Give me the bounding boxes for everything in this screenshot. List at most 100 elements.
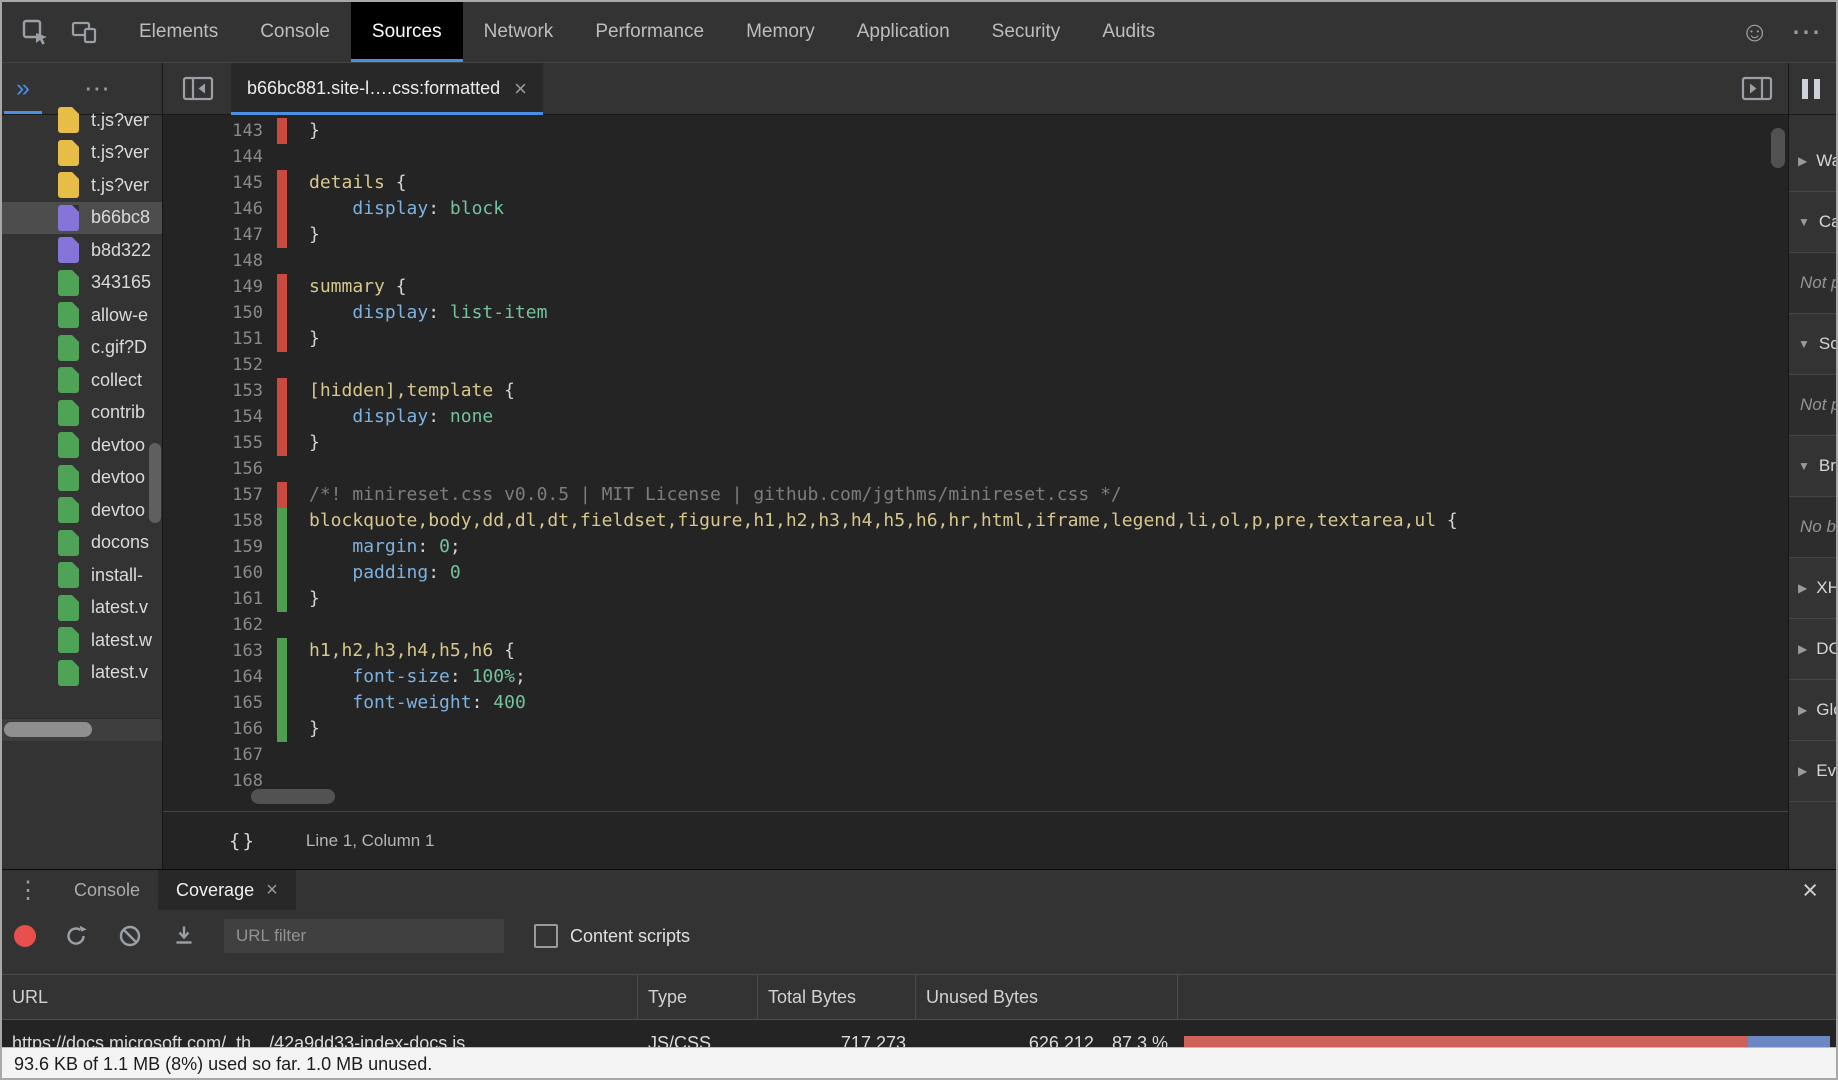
navigator-vertical-scrollbar[interactable] [149, 443, 161, 523]
drawer-tab-console[interactable]: Console [56, 870, 158, 910]
tab-console[interactable]: Console [239, 2, 351, 62]
line-number[interactable]: 149 [163, 274, 277, 300]
tab-network[interactable]: Network [463, 2, 575, 62]
line-number[interactable]: 143 [163, 118, 277, 144]
show-right-pane-icon[interactable] [1740, 74, 1774, 103]
code-text[interactable]: summary { [287, 274, 407, 300]
code-text[interactable]: display: list-item [287, 300, 547, 326]
line-number[interactable]: 155 [163, 430, 277, 456]
navigator-menu-icon[interactable]: ⋯ [84, 73, 110, 104]
code-text[interactable]: display: block [287, 196, 504, 222]
line-number[interactable]: 154 [163, 404, 277, 430]
code-text[interactable]: details { [287, 170, 407, 196]
column-header-total-bytes[interactable]: Total Bytes [758, 975, 916, 1019]
tab-security[interactable]: Security [971, 2, 1082, 62]
file-item[interactable]: devtoo [2, 494, 162, 527]
file-item[interactable]: collect [2, 364, 162, 397]
line-number[interactable]: 156 [163, 456, 277, 482]
file-item[interactable]: b66bc8 [2, 202, 162, 235]
tab-application[interactable]: Application [836, 2, 971, 62]
code-text[interactable]: } [287, 430, 320, 456]
code-text[interactable] [287, 352, 309, 378]
device-toolbar-icon[interactable] [68, 15, 102, 49]
code-text[interactable]: /*! minireset.css v0.0.5 | MIT License |… [287, 482, 1122, 508]
line-number[interactable]: 159 [163, 534, 277, 560]
line-number[interactable]: 144 [163, 144, 277, 170]
tab-sources[interactable]: Sources [351, 2, 463, 62]
code-text[interactable]: } [287, 118, 320, 144]
navigator-horizontal-scrollbar[interactable] [2, 718, 162, 741]
editor-horizontal-scrollbar[interactable] [251, 789, 335, 804]
debugger-section-header[interactable]: ▶DOM Breakpoints [1789, 619, 1836, 680]
hide-navigator-icon[interactable] [181, 74, 215, 103]
file-item[interactable]: t.js?ver [2, 169, 162, 202]
file-item[interactable]: latest.w [2, 624, 162, 657]
file-item[interactable]: 343165 [2, 267, 162, 300]
debugger-section-header[interactable]: ▶Watch [1789, 131, 1836, 192]
file-item[interactable]: t.js?ver [2, 104, 162, 137]
inspect-icon[interactable] [18, 15, 52, 49]
pause-script-button[interactable] [1802, 79, 1820, 99]
file-item[interactable]: latest.v [2, 592, 162, 625]
file-item[interactable]: devtoo [2, 429, 162, 462]
file-item[interactable]: c.gif?D [2, 332, 162, 365]
code-text[interactable] [287, 456, 309, 482]
close-icon[interactable]: × [266, 880, 278, 900]
line-number[interactable]: 153 [163, 378, 277, 404]
code-text[interactable]: } [287, 716, 320, 742]
line-number[interactable]: 161 [163, 586, 277, 612]
code-text[interactable]: margin: 0; [287, 534, 461, 560]
file-item[interactable]: allow-e [2, 299, 162, 332]
tab-memory[interactable]: Memory [725, 2, 836, 62]
debugger-section-header[interactable]: ▶XHR/fetch Breakpoints [1789, 558, 1836, 619]
code-text[interactable]: } [287, 222, 320, 248]
code-text[interactable] [287, 742, 309, 768]
code-text[interactable]: h1,h2,h3,h4,h5,h6 { [287, 638, 515, 664]
column-header-unused-bytes[interactable]: Unused Bytes [916, 975, 1178, 1019]
clear-icon[interactable] [116, 922, 144, 950]
file-item[interactable]: install- [2, 559, 162, 592]
tab-elements[interactable]: Elements [118, 2, 239, 62]
column-header-url[interactable]: URL [2, 975, 638, 1019]
code-text[interactable]: } [287, 326, 320, 352]
line-number[interactable]: 146 [163, 196, 277, 222]
code-text[interactable] [287, 612, 309, 638]
record-coverage-button[interactable] [14, 925, 36, 947]
file-item[interactable]: latest.v [2, 657, 162, 690]
url-filter-input[interactable] [224, 919, 504, 953]
code-text[interactable]: blockquote,body,dd,dl,dt,fieldset,figure… [287, 508, 1458, 534]
reload-icon[interactable] [62, 922, 90, 950]
code-text[interactable]: font-weight: 400 [287, 690, 526, 716]
line-number[interactable]: 164 [163, 664, 277, 690]
pretty-print-button[interactable]: {} [229, 830, 256, 852]
feedback-smiley-icon[interactable]: ☺ [1740, 16, 1769, 48]
scrollbar-thumb[interactable] [4, 722, 92, 737]
line-number[interactable]: 148 [163, 248, 277, 274]
file-item[interactable]: docons [2, 527, 162, 560]
drawer-tab-coverage[interactable]: Coverage× [158, 870, 296, 910]
line-number[interactable]: 147 [163, 222, 277, 248]
code-text[interactable]: [hidden],template { [287, 378, 515, 404]
line-number[interactable]: 152 [163, 352, 277, 378]
debugger-section-header[interactable]: ▼Call Stack [1789, 192, 1836, 253]
tab-audits[interactable]: Audits [1081, 2, 1176, 62]
content-scripts-checkbox[interactable] [534, 924, 558, 948]
line-number[interactable]: 158 [163, 508, 277, 534]
drawer-menu-icon[interactable]: ⋮ [16, 876, 38, 905]
tab-performance[interactable]: Performance [574, 2, 725, 62]
line-number[interactable]: 150 [163, 300, 277, 326]
file-item[interactable]: t.js?ver [2, 137, 162, 170]
code-text[interactable]: font-size: 100%; [287, 664, 526, 690]
code-text[interactable]: } [287, 586, 320, 612]
code-text[interactable] [287, 144, 309, 170]
line-number[interactable]: 145 [163, 170, 277, 196]
debugger-section-header[interactable]: ▼Scope [1789, 314, 1836, 375]
code-text[interactable]: display: none [287, 404, 493, 430]
table-row[interactable]: https://docs.microsoft.com/_th…/42a9dd33… [2, 1020, 1836, 1047]
line-number[interactable]: 160 [163, 560, 277, 586]
debugger-section-header[interactable]: ▶Global Listeners [1789, 680, 1836, 741]
code-text[interactable]: padding: 0 [287, 560, 461, 586]
file-item[interactable]: b8d322 [2, 234, 162, 267]
editor-vertical-scrollbar[interactable] [1771, 128, 1785, 168]
drawer-close-icon[interactable]: × [1802, 877, 1818, 904]
